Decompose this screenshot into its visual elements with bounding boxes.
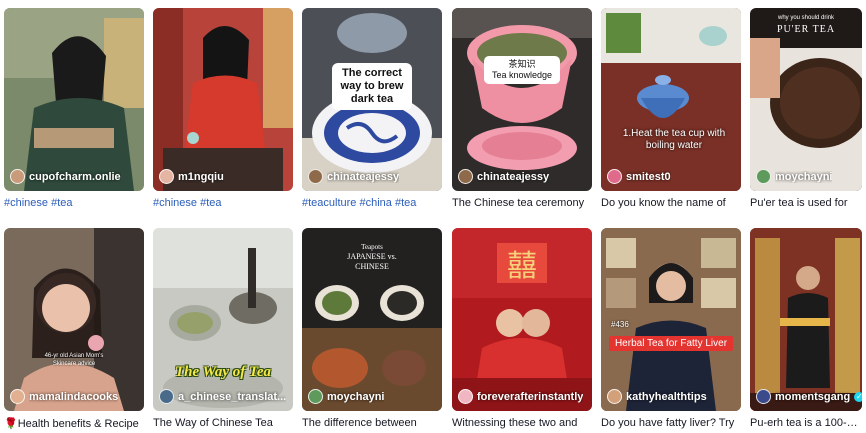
thumbnail-image [601, 8, 741, 191]
hashtag-link[interactable]: #teaculture [302, 197, 356, 209]
avatar [10, 389, 25, 404]
video-thumbnail[interactable]: The Way of Tea a_chinese_translat... [153, 228, 293, 411]
author-name[interactable]: smitest0 [626, 171, 671, 183]
hashtag-link[interactable]: #tea [51, 197, 72, 209]
video-thumbnail[interactable]: 46-yr old Asian Mom's Skincare advice ma… [4, 228, 144, 411]
avatar [10, 169, 25, 184]
avatar [607, 169, 622, 184]
author-name[interactable]: moychayni [327, 391, 384, 403]
hashtag-link[interactable]: #china [360, 197, 392, 209]
video-caption[interactable]: Pu'er tea is used for [750, 197, 862, 209]
author-info[interactable]: a_chinese_translat... [159, 389, 286, 404]
avatar [159, 169, 174, 184]
thumbnail-image [4, 8, 144, 191]
video-overlay-text: 46-yr old Asian Mom's Skincare advice [44, 353, 104, 367]
thumbnail-image [750, 8, 862, 191]
video-grid: cupofcharm.onlie #chinese #tea m1ngqiu #… [0, 0, 866, 433]
video-thumbnail[interactable]: 1.Heat the tea cup with boiling water sm… [601, 8, 741, 191]
video-caption[interactable]: Do you have fatty liver? Try [601, 417, 741, 429]
avatar [607, 389, 622, 404]
video-caption[interactable]: Witnessing these two and [452, 417, 592, 429]
author-info[interactable]: moychayni [756, 169, 832, 184]
video-thumbnail[interactable]: why you should drink PU'ER TEA moychayni [750, 8, 862, 191]
avatar [308, 169, 323, 184]
hashtag-link[interactable]: #tea [200, 197, 221, 209]
video-thumbnail[interactable]: momentsgang ✓ [750, 228, 862, 411]
author-name[interactable]: chinateajessy [327, 171, 399, 183]
author-name[interactable]: cupofcharm.onlie [29, 171, 121, 183]
video-caption[interactable]: #teaculture #china #tea [302, 197, 442, 209]
avatar [308, 389, 323, 404]
author-info[interactable]: momentsgang ✓ [756, 389, 862, 404]
thumbnail-image [750, 228, 862, 411]
video-thumbnail[interactable]: The correct way to brew dark tea chinate… [302, 8, 442, 191]
avatar [756, 169, 771, 184]
video-caption[interactable]: #chinese #tea [4, 197, 144, 209]
author-info[interactable]: cupofcharm.onlie [10, 169, 121, 184]
video-overlay-text: The Way of Tea [175, 364, 271, 380]
video-caption[interactable]: Do you know the name of [601, 197, 741, 209]
author-info[interactable]: moychayni [308, 389, 384, 404]
author-info[interactable]: chinateajessy [308, 169, 399, 184]
thumbnail-image [4, 228, 144, 411]
avatar [458, 169, 473, 184]
author-name[interactable]: kathyhealthtips [626, 391, 707, 403]
video-thumbnail[interactable]: Teapots JAPANESE vs. CHINESE moychayni [302, 228, 442, 411]
verified-badge-icon: ✓ [854, 391, 862, 402]
thumbnail-image: 囍 [452, 228, 592, 411]
avatar [159, 389, 174, 404]
thumbnail-image [153, 8, 293, 191]
video-thumbnail[interactable]: cupofcharm.onlie [4, 8, 144, 191]
video-caption[interactable]: Pu-erh tea is a 100-yea [750, 417, 862, 429]
video-overlay-text: 茶知识 Tea knowledge [484, 56, 560, 84]
video-overlay-text: Herbal Tea for Fatty Liver [609, 336, 733, 351]
svg-text:囍: 囍 [507, 249, 537, 284]
author-info[interactable]: kathyhealthtips [607, 389, 707, 404]
video-caption[interactable]: The Way of Chinese Tea [153, 417, 293, 429]
author-name[interactable]: momentsgang [775, 391, 850, 403]
author-info[interactable]: m1ngqiu [159, 169, 224, 184]
video-overlay-text: why you should drink PU'ER TEA [776, 15, 836, 35]
video-caption[interactable]: 🌹Health benefits & Recipe [4, 417, 144, 430]
video-caption[interactable]: The difference between [302, 417, 442, 429]
thumbnail-image [452, 8, 592, 191]
author-name[interactable]: mamalindacooks [29, 391, 118, 403]
video-caption[interactable]: The Chinese tea ceremony [452, 197, 592, 209]
video-overlay-text: 1.Heat the tea cup with boiling water [622, 128, 726, 151]
author-name[interactable]: chinateajessy [477, 171, 549, 183]
hashtag-link[interactable]: #tea [395, 197, 416, 209]
video-overlay-text: #436 [611, 320, 629, 329]
video-thumbnail[interactable]: 囍 foreverafterinstantly [452, 228, 592, 411]
video-thumbnail[interactable]: #436 Herbal Tea for Fatty Liver kathyhea… [601, 228, 741, 411]
thumbnail-image [153, 228, 293, 411]
video-thumbnail[interactable]: m1ngqiu [153, 8, 293, 191]
author-name[interactable]: a_chinese_translat... [178, 391, 286, 403]
author-info[interactable]: mamalindacooks [10, 389, 118, 404]
video-overlay-text: Teapots JAPANESE vs. CHINESE [347, 243, 397, 271]
avatar [756, 389, 771, 404]
video-thumbnail[interactable]: 茶知识 Tea knowledge chinateajessy [452, 8, 592, 191]
video-overlay-text: The correct way to brew dark tea [332, 63, 412, 110]
author-info[interactable]: foreverafterinstantly [458, 389, 583, 404]
video-caption[interactable]: #chinese #tea [153, 197, 293, 209]
author-name[interactable]: m1ngqiu [178, 171, 224, 183]
hashtag-link[interactable]: #chinese [4, 197, 48, 209]
author-info[interactable]: smitest0 [607, 169, 671, 184]
author-name[interactable]: moychayni [775, 171, 832, 183]
avatar [458, 389, 473, 404]
author-name[interactable]: foreverafterinstantly [477, 391, 583, 403]
hashtag-link[interactable]: #chinese [153, 197, 197, 209]
author-info[interactable]: chinateajessy [458, 169, 549, 184]
